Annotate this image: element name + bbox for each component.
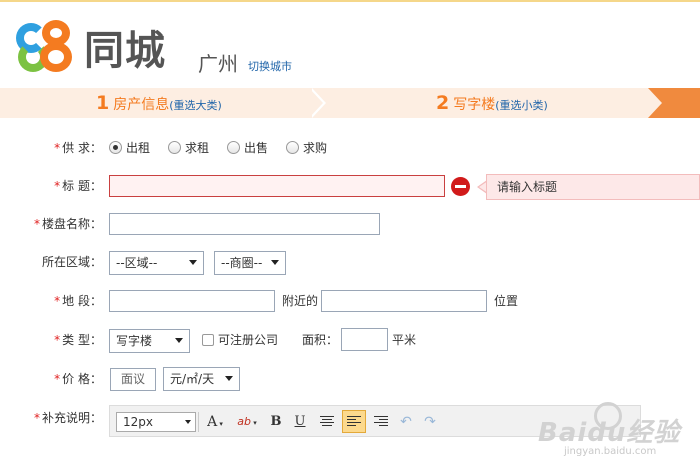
logo-text: 同城 <box>84 28 166 74</box>
radio-sell[interactable] <box>227 141 240 154</box>
chevron-down-icon <box>189 260 197 265</box>
position-text: 位置 <box>494 294 519 308</box>
logo-58-mark <box>16 20 76 74</box>
underline-button[interactable]: U <box>290 412 310 432</box>
district-select[interactable]: --区域-- <box>109 251 204 275</box>
font-color-button[interactable]: A ▾ <box>202 412 228 432</box>
size-label: 面积： <box>302 333 339 347</box>
area-row: 所在区域： <box>0 250 700 274</box>
error-icon <box>451 177 470 196</box>
chevron-down-icon <box>271 260 279 265</box>
radio-rent-wanted-label: 求租 <box>185 141 210 155</box>
radio-sell-label: 出售 <box>244 141 269 155</box>
site-logo[interactable]: 同城 <box>16 20 166 74</box>
bold-button[interactable]: B <box>266 412 286 432</box>
step-1: 1 房产信息(重选大类) <box>96 92 222 114</box>
radio-buy-label: 求购 <box>303 141 328 155</box>
description-label: * 补充说明： <box>33 411 102 425</box>
step-2: 2 写字楼(重选小类) <box>436 92 548 114</box>
highlight-icon: ab <box>237 415 251 428</box>
register-company-checkbox[interactable] <box>202 334 214 346</box>
road-input[interactable] <box>109 290 275 312</box>
price-label: * 价 格： <box>54 372 102 386</box>
radio-buy[interactable] <box>286 141 299 154</box>
price-row: * 价 格： <box>0 367 700 391</box>
radio-rent-out[interactable] <box>109 141 122 154</box>
supply-row: * 供 求： 出租 求租 出售 求购 <box>0 136 700 160</box>
building-label: * 楼盘名称： <box>33 217 102 231</box>
landmark-input[interactable] <box>321 290 487 312</box>
progress-steps: 1 房产信息(重选大类) 2 写字楼(重选小类) <box>0 88 700 118</box>
radio-rent-wanted[interactable] <box>168 141 181 154</box>
undo-icon: ↶ <box>400 414 412 430</box>
radio-rent-out-label: 出租 <box>126 141 151 155</box>
font-color-icon: A <box>207 414 218 430</box>
title-label: * 标 题： <box>54 179 102 193</box>
current-city: 广州 <box>198 52 238 76</box>
chevron-down-icon <box>185 420 191 424</box>
business-circle-select[interactable]: --商圈-- <box>214 251 286 275</box>
step-1-label: 房产信息 <box>113 97 170 113</box>
font-size-select[interactable]: 12px <box>116 412 196 432</box>
title-error-tooltip: 请输入标题 <box>486 174 700 200</box>
underline-icon: U <box>294 414 306 429</box>
location-label: * 地 段： <box>54 294 102 308</box>
area-label: 所在区域： <box>41 255 102 269</box>
highlight-button[interactable]: ab ▾ <box>232 412 262 432</box>
chevron-down-icon <box>225 376 233 381</box>
chevron-down-icon <box>175 338 183 343</box>
reselect-category-link[interactable]: (重选大类) <box>169 99 222 112</box>
reselect-subcategory-link[interactable]: (重选小类) <box>495 99 548 112</box>
bold-icon: B <box>270 414 282 429</box>
type-label: * 类 型： <box>54 333 102 347</box>
step-2-label: 写字楼 <box>453 97 496 113</box>
undo-button[interactable]: ↶ <box>398 412 414 432</box>
property-type-select[interactable]: 写字楼 <box>109 329 190 353</box>
align-center-icon[interactable] <box>320 416 334 427</box>
redo-icon: ↷ <box>424 414 436 430</box>
building-name-input[interactable] <box>109 213 380 235</box>
near-text: 附近的 <box>282 294 319 308</box>
align-right-icon[interactable] <box>374 416 388 427</box>
supply-label: * 供 求： <box>54 141 102 155</box>
price-unit-select[interactable]: 元/㎡/天 <box>163 367 240 391</box>
switch-city-link[interactable]: 切换城市 <box>248 58 292 74</box>
size-unit: 平米 <box>392 333 417 347</box>
register-company-label: 可注册公司 <box>218 333 279 347</box>
price-input[interactable]: 面议 <box>110 368 156 391</box>
title-input[interactable] <box>109 175 445 197</box>
size-input[interactable] <box>341 328 388 351</box>
redo-button[interactable]: ↷ <box>422 412 438 432</box>
top-border <box>0 0 700 2</box>
baidu-watermark: Baidu经验 jingyan.baidu.com <box>538 398 700 476</box>
align-left-icon <box>347 416 361 427</box>
